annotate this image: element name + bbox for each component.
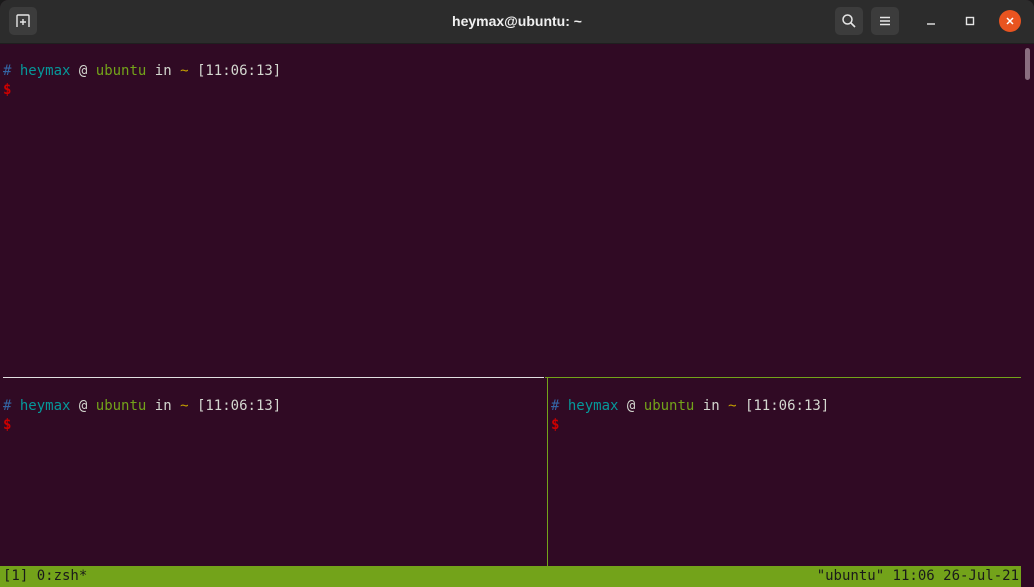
maximize-button[interactable] — [959, 10, 981, 32]
prompt-in: in — [154, 398, 172, 414]
prompt-in: in — [154, 63, 172, 79]
close-icon — [1006, 17, 1014, 25]
input-line[interactable]: $ — [3, 416, 11, 434]
prompt-user: heymax — [19, 398, 71, 414]
prompt-dollar: $ — [3, 417, 12, 433]
tmux-pane-bottom-right[interactable]: # heymax @ ubuntu in ~ [11:06:13] $ — [548, 379, 1021, 566]
prompt-user: heymax — [19, 63, 71, 79]
prompt-user: heymax — [567, 398, 619, 414]
prompt-at: @ — [626, 398, 636, 414]
prompt-host: ubuntu — [95, 63, 147, 79]
tmux-pane-top[interactable]: # heymax @ ubuntu in ~ [11:06:13] $ — [0, 44, 1021, 377]
title-bar: heymax@ubuntu: ~ — [0, 0, 1034, 44]
search-icon — [842, 14, 856, 28]
prompt-hash: # — [551, 398, 560, 414]
prompt-dir: ~ — [180, 63, 189, 79]
minimize-button[interactable] — [920, 10, 942, 32]
input-line[interactable]: $ — [551, 416, 559, 434]
prompt-at: @ — [78, 63, 88, 79]
terminal-window: heymax@ubuntu: ~ # heymax @ ubuntu in ~ … — [0, 0, 1034, 587]
close-button[interactable] — [999, 10, 1021, 32]
prompt-dir: ~ — [728, 398, 737, 414]
maximize-icon — [965, 16, 975, 26]
prompt-in: in — [702, 398, 720, 414]
tmux-status-bar: [1] 0:zsh* "ubuntu" 11:06 26-Jul-21 — [0, 566, 1021, 587]
input-line[interactable]: $ — [3, 81, 11, 99]
prompt-time: [11:06:13] — [196, 398, 282, 414]
scrollbar[interactable] — [1021, 44, 1034, 587]
prompt-host: ubuntu — [95, 398, 147, 414]
prompt-line: # heymax @ ubuntu in ~ [11:06:13] — [551, 397, 829, 415]
prompt-hash: # — [3, 63, 12, 79]
pane-divider-horizontal[interactable] — [3, 377, 544, 378]
prompt-time: [11:06:13] — [744, 398, 830, 414]
status-window-list[interactable]: [1] 0:zsh* — [3, 566, 87, 587]
prompt-line: # heymax @ ubuntu in ~ [11:06:13] — [3, 62, 281, 80]
scrollbar-thumb[interactable] — [1025, 48, 1030, 80]
terminal-area[interactable]: # heymax @ ubuntu in ~ [11:06:13] $ # he… — [0, 44, 1021, 587]
prompt-dir: ~ — [180, 398, 189, 414]
prompt-dollar: $ — [3, 82, 12, 98]
search-button[interactable] — [835, 7, 863, 35]
prompt-time: [11:06:13] — [196, 63, 282, 79]
prompt-hash: # — [3, 398, 12, 414]
prompt-host: ubuntu — [643, 398, 695, 414]
status-host-clock: "ubuntu" 11:06 26-Jul-21 — [816, 568, 1019, 584]
prompt-at: @ — [78, 398, 88, 414]
prompt-dollar: $ — [551, 417, 560, 433]
menu-button[interactable] — [871, 7, 899, 35]
hamburger-menu-icon — [880, 16, 890, 26]
prompt-line: # heymax @ ubuntu in ~ [11:06:13] — [3, 397, 281, 415]
tmux-pane-bottom-left[interactable]: # heymax @ ubuntu in ~ [11:06:13] $ — [0, 379, 545, 566]
pane-divider-horizontal-active[interactable] — [545, 377, 1021, 378]
minimize-icon — [927, 23, 935, 25]
